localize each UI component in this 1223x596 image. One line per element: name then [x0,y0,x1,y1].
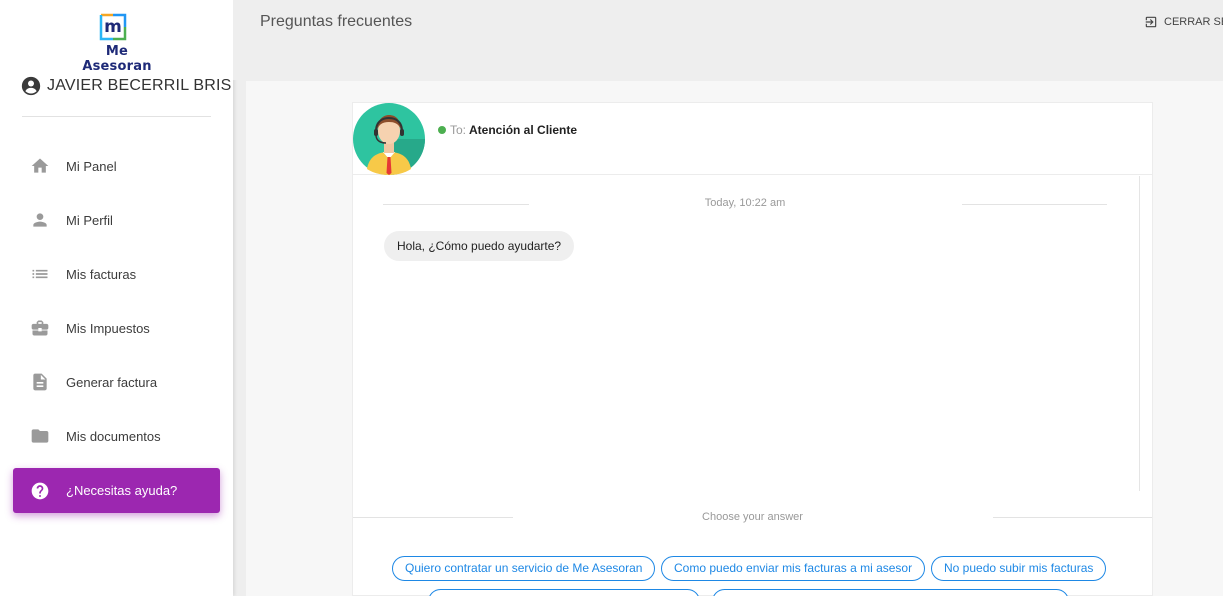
sidebar-item-mi-panel[interactable]: Mi Panel [0,140,233,192]
user-name: JAVIER BECERRIL BRIS [47,77,232,94]
document-icon [30,372,50,392]
sidebar-item-label: Mi Perfil [66,212,113,228]
agent-avatar [353,103,425,175]
logout-icon [1145,16,1157,28]
choose-answer-separator: Choose your answer [353,508,1152,528]
recipient-prefix: To: [450,123,467,137]
recipient-name: Atención al Cliente [469,123,578,137]
page-title: Preguntas frecuentes [260,13,413,30]
logout-button[interactable]: CERRAR SES [1144,15,1223,29]
sidebar-item-label: Mis Impuestos [66,320,150,336]
logo-letter: m [104,17,122,37]
answer-option-partial[interactable] [712,589,1069,596]
briefcase-icon [30,318,50,338]
account-circle-icon [21,76,41,96]
folder-icon [30,426,50,446]
answer-option-subir-facturas[interactable]: No puedo subir mis facturas [931,556,1107,581]
date-label: Today, 10:22 am [704,197,786,209]
home-icon [30,156,50,176]
sidebar-item-ayuda[interactable]: ¿Necesitas ayuda? [13,468,220,513]
chat-recipient: To: Atención al Cliente [438,123,577,137]
top-bar: Preguntas frecuentes CERRAR SES [233,0,1223,80]
sidebar-item-label: Generar factura [66,374,158,390]
date-separator: Today, 10:22 am [383,196,1107,212]
sidebar-item-label: Mis facturas [66,266,137,282]
sidebar-item-mis-impuestos[interactable]: Mis Impuestos [0,302,233,354]
sidebar-item-label: Mis documentos [66,428,161,444]
person-icon [30,210,50,230]
sidebar-item-label: Mi Panel [66,158,117,174]
divider [962,204,1107,205]
sidebar-item-label: ¿Necesitas ayuda? [66,483,178,498]
sidebar-item-mis-documentos[interactable]: Mis documentos [0,410,233,462]
user-profile[interactable]: JAVIER BECERRIL BRIS [21,76,232,96]
answer-option-contratar[interactable]: Quiero contratar un servicio de Me Aseso… [392,556,656,581]
online-status-icon [438,126,446,134]
logout-label: CERRAR SES [1164,16,1223,28]
sidebar-divider [22,116,211,117]
help-icon [30,481,50,501]
sidebar-item-mis-facturas[interactable]: Mis facturas [0,248,233,300]
message-bubble: Hola, ¿Cómo puedo ayudarte? [384,231,575,261]
answer-option-partial[interactable] [428,589,700,596]
chat-messages[interactable]: Today, 10:22 am Hola, ¿Cómo puedo ayudar… [353,176,1139,491]
sidebar-item-generar-factura[interactable]: Generar factura [0,356,233,408]
chat-header: To: Atención al Cliente [353,103,1152,175]
sidebar: m Me Asesoran JAVIER BECERRIL BRIS Mi Pa… [0,0,233,596]
chat-panel: To: Atención al Cliente Today, 10:22 am … [352,102,1153,596]
logo-text: Me Asesoran [82,44,152,74]
logo-mark-icon: m [99,13,127,41]
list-icon [30,264,50,284]
brand-logo[interactable]: m Me Asesoran [72,10,162,74]
answer-option-enviar-facturas[interactable]: Como puedo enviar mis facturas a mi ases… [661,556,926,581]
divider [993,517,1152,518]
sidebar-item-mi-perfil[interactable]: Mi Perfil [0,194,233,246]
scrollbar[interactable] [1139,176,1140,491]
